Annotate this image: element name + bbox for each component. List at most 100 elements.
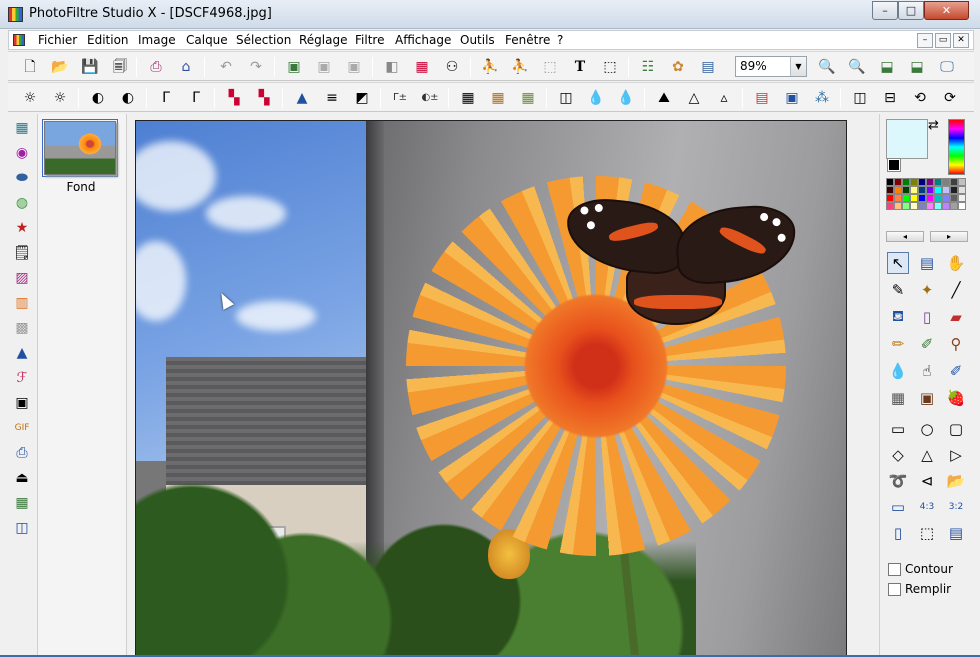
zoom-out-icon[interactable]: 🔍 [847, 57, 867, 77]
gradient-icon[interactable]: ▤ [752, 88, 772, 108]
auto-gamma-icon[interactable]: Γ± [390, 88, 410, 108]
grid-dark-icon[interactable]: ▦ [458, 88, 478, 108]
brush-icon[interactable]: ✏ [887, 333, 909, 355]
selection-person-icon[interactable]: ⛹ [480, 57, 500, 77]
palette-swatch[interactable] [918, 178, 926, 186]
paste-layer-icon[interactable]: ▣ [344, 57, 364, 77]
contrast-plus-icon[interactable]: ◐ [118, 88, 138, 108]
menu-selection[interactable]: Sélection [236, 33, 291, 47]
palette-swatch[interactable] [926, 202, 934, 210]
mosaic-icon[interactable]: ▦ [12, 493, 32, 513]
palette-swatch[interactable] [886, 178, 894, 186]
transform-icon[interactable]: ⬚ [600, 57, 620, 77]
palette-swatch[interactable] [926, 194, 934, 202]
palette-swatch[interactable] [902, 186, 910, 194]
palette-swatch[interactable] [950, 186, 958, 194]
color-grid-icon[interactable]: ▦ [412, 57, 432, 77]
magic-wand-icon[interactable]: ✦ [916, 279, 938, 301]
palette-swatch[interactable] [894, 186, 902, 194]
palette-swatch[interactable] [910, 194, 918, 202]
clone-photo-icon[interactable]: ▣ [916, 387, 938, 409]
rotate-right-icon[interactable]: ⟳ [940, 88, 960, 108]
palette-swatch[interactable] [958, 178, 966, 186]
hand-tool-icon[interactable]: ✋ [945, 252, 967, 274]
star-icon[interactable]: ★ [12, 218, 32, 238]
mask-person-icon[interactable]: ⛹ [510, 57, 530, 77]
contrast-minus-icon[interactable]: ◐ [88, 88, 108, 108]
strawberry-icon[interactable]: 🍓 [945, 387, 967, 409]
menu-fichier[interactable]: Fichier [38, 33, 77, 47]
pointer-tool-icon[interactable]: ↖ [887, 252, 909, 274]
chevron-down-icon[interactable]: ▼ [790, 57, 806, 76]
font-icon[interactable]: ℱ [12, 368, 32, 388]
background-color-swatch[interactable] [887, 158, 901, 172]
layer-name[interactable]: Fond [38, 180, 124, 194]
mdi-close-button[interactable]: ✕ [953, 33, 969, 48]
grid-sepia-icon[interactable]: ▦ [488, 88, 508, 108]
rotate-left-icon[interactable]: ⟲ [910, 88, 930, 108]
grid-green-icon[interactable]: ▦ [518, 88, 538, 108]
mirror-icon[interactable]: ◫ [556, 88, 576, 108]
ratio-4-3-icon[interactable]: 4:3 [916, 496, 938, 518]
mdi-restore-button[interactable]: ▭ [935, 33, 951, 48]
plugin-icon[interactable]: ✿ [668, 57, 688, 77]
gif-icon[interactable]: GIF [12, 418, 32, 438]
flip-vertical-icon[interactable]: ⊟ [880, 88, 900, 108]
palette-swatch[interactable] [950, 178, 958, 186]
triangle-right-shape-icon[interactable]: ▷ [945, 444, 967, 466]
cone-icon[interactable]: ▵ [714, 88, 734, 108]
histogram-icon[interactable]: ▲ [12, 343, 32, 363]
maximize-button[interactable]: □ [898, 1, 924, 20]
saturation-minus-icon[interactable]: ▚ [224, 88, 244, 108]
palette-swatch[interactable] [902, 194, 910, 202]
palette-swatch[interactable] [950, 194, 958, 202]
curves-icon[interactable]: ≡ [322, 88, 342, 108]
frame-icon[interactable]: ▣ [782, 88, 802, 108]
ratio-3-2-icon[interactable]: 3:2 [945, 496, 967, 518]
palette-swatch[interactable] [942, 178, 950, 186]
close-button[interactable]: ✕ [924, 1, 969, 20]
triangle-shape-icon[interactable]: △ [916, 444, 938, 466]
palette-swatch[interactable] [894, 194, 902, 202]
menu-image[interactable]: Image [138, 33, 176, 47]
spray-icon[interactable]: ▯ [916, 306, 938, 328]
palette-swatch[interactable] [918, 202, 926, 210]
contrast-line-icon[interactable]: ⏏ [12, 468, 32, 488]
eraser-icon[interactable]: ▰ [945, 306, 967, 328]
menu-help[interactable]: ? [557, 33, 563, 47]
split-icon[interactable]: ◫ [12, 518, 32, 538]
ratio-free-icon[interactable]: ▭ [887, 496, 909, 518]
contour-checkbox[interactable] [888, 563, 901, 576]
fill-checkbox[interactable] [888, 583, 901, 596]
palette-swatch[interactable] [942, 202, 950, 210]
new-file-icon[interactable]: 🗋 [20, 57, 40, 77]
actual-size-icon[interactable]: ⬓ [877, 57, 897, 77]
ellipse-shape-icon[interactable]: ○ [916, 418, 938, 440]
polygon-lasso-icon[interactable]: ⊲ [916, 470, 938, 492]
save-as-icon[interactable]: 🗐 [110, 57, 130, 77]
photo-canvas[interactable] [135, 120, 847, 657]
menu-outils[interactable]: Outils [460, 33, 495, 47]
transparency-icon[interactable]: ⚇ [442, 57, 462, 77]
crop-frame-icon[interactable]: ⬚ [916, 522, 938, 544]
zoom-in-icon[interactable]: 🔍 [817, 57, 837, 77]
window-icon[interactable]: ▤ [698, 57, 718, 77]
palette-swatch[interactable] [894, 178, 902, 186]
stamp-icon[interactable]: ⚲ [945, 333, 967, 355]
invert-icon[interactable]: ◩ [352, 88, 372, 108]
window-frame-icon[interactable]: ▤ [945, 522, 967, 544]
palette-swatch[interactable] [918, 194, 926, 202]
menu-edition[interactable]: Edition [87, 33, 129, 47]
selection-tool-icon[interactable]: ▤ [916, 252, 938, 274]
image-copy-icon[interactable]: ▣ [284, 57, 304, 77]
stripes-icon[interactable]: ▨ [12, 268, 32, 288]
palette-swatch[interactable] [934, 202, 942, 210]
flip-horizontal-icon[interactable]: ◫ [850, 88, 870, 108]
palette-swatch[interactable] [934, 178, 942, 186]
palette-swatch[interactable] [934, 186, 942, 194]
palette-swatch[interactable] [942, 186, 950, 194]
canvas-area[interactable] [127, 114, 879, 657]
save-icon[interactable]: 💾 [80, 57, 100, 77]
brightness-plus-icon[interactable]: ☼ [50, 88, 70, 108]
deform-icon[interactable]: ▦ [887, 387, 909, 409]
